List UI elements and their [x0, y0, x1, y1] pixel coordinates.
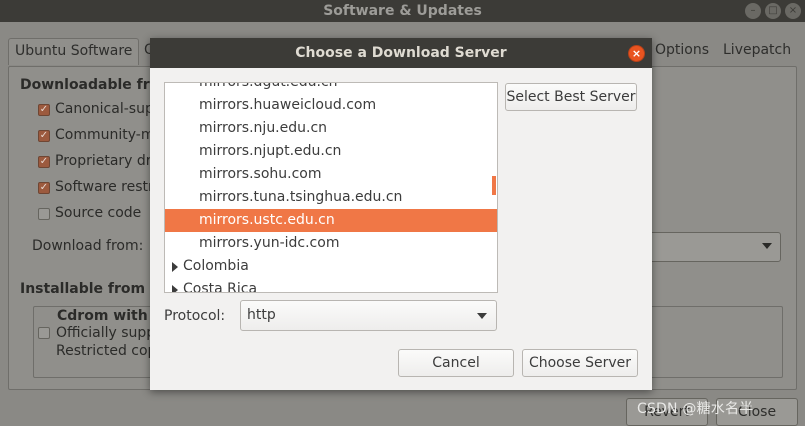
- checkbox-source-code[interactable]: [38, 208, 50, 220]
- server-row-njupt[interactable]: mirrors.njupt.edu.cn: [165, 140, 497, 163]
- protocol-value: http: [247, 307, 276, 323]
- checkbox-label: Source code: [55, 205, 142, 221]
- expander-right-icon[interactable]: [172, 285, 178, 292]
- cancel-button[interactable]: Cancel: [398, 349, 514, 377]
- checkbox-cdrom[interactable]: [38, 327, 50, 339]
- protocol-label: Protocol:: [164, 308, 226, 324]
- dialog-title: Choose a Download Server: [150, 38, 652, 68]
- server-row-ustc-selected[interactable]: mirrors.ustc.edu.cn: [165, 209, 497, 232]
- select-best-server-button[interactable]: Select Best Server: [505, 83, 637, 111]
- chevron-down-icon: [477, 313, 487, 319]
- window-close-icon[interactable]: ×: [785, 3, 801, 19]
- checkbox-label: Software restr: [55, 179, 154, 195]
- server-row-yun-idc[interactable]: mirrors.yun-idc.com: [165, 232, 497, 255]
- downloadable-heading: Downloadable fro: [20, 77, 160, 93]
- tab-developer-options[interactable]: Options: [649, 38, 715, 65]
- checkbox-community[interactable]: ✓: [38, 130, 50, 142]
- minimize-icon[interactable]: –: [745, 3, 761, 19]
- checkbox-canonical[interactable]: ✓: [38, 104, 50, 116]
- checkbox-proprietary[interactable]: ✓: [38, 156, 50, 168]
- tab-livepatch[interactable]: Livepatch: [717, 38, 797, 65]
- choose-download-server-dialog: Choose a Download Server × mirrors.dgut.…: [150, 38, 652, 390]
- server-row-dgut[interactable]: mirrors.dgut.edu.cn: [165, 83, 497, 94]
- download-from-label: Download from:: [32, 238, 144, 254]
- country-label: Costa Rica: [183, 281, 258, 293]
- installable-heading: Installable from C: [20, 281, 161, 297]
- watermark: CSDN @糖水名半: [637, 401, 754, 417]
- checkbox-label: Canonical-supp: [55, 101, 163, 117]
- protocol-dropdown[interactable]: http: [240, 300, 497, 331]
- server-row-sohu[interactable]: mirrors.sohu.com: [165, 163, 497, 186]
- server-list[interactable]: mirrors.dgut.edu.cn mirrors.huaweicloud.…: [164, 82, 498, 293]
- country-row-costa-rica[interactable]: Costa Rica: [165, 278, 497, 293]
- cdrom-title: Cdrom with U: [57, 308, 164, 324]
- cdrom-line-1: Officially supp: [56, 325, 156, 341]
- tab-ubuntu-software[interactable]: Ubuntu Software: [8, 38, 140, 65]
- server-row-nju[interactable]: mirrors.nju.edu.cn: [165, 117, 497, 140]
- scrollbar-thumb[interactable]: [492, 176, 496, 195]
- country-label: Colombia: [183, 258, 249, 274]
- maximize-icon[interactable]: □: [765, 3, 781, 19]
- country-row-colombia[interactable]: Colombia: [165, 255, 497, 278]
- server-row-tuna[interactable]: mirrors.tuna.tsinghua.edu.cn: [165, 186, 497, 209]
- dialog-close-icon[interactable]: ×: [628, 45, 645, 62]
- server-row-huaweicloud[interactable]: mirrors.huaweicloud.com: [165, 94, 497, 117]
- checkbox-restricted[interactable]: ✓: [38, 182, 50, 194]
- checkbox-label: Proprietary dr: [55, 153, 152, 169]
- window-title: Software & Updates: [0, 0, 805, 22]
- cdrom-line-2: Restricted cop: [56, 343, 157, 359]
- checkbox-label: Community-m: [55, 127, 155, 143]
- expander-right-icon[interactable]: [172, 262, 178, 272]
- download-from-dropdown[interactable]: [640, 232, 781, 262]
- choose-server-button[interactable]: Choose Server: [522, 349, 638, 377]
- chevron-down-icon: [762, 243, 772, 249]
